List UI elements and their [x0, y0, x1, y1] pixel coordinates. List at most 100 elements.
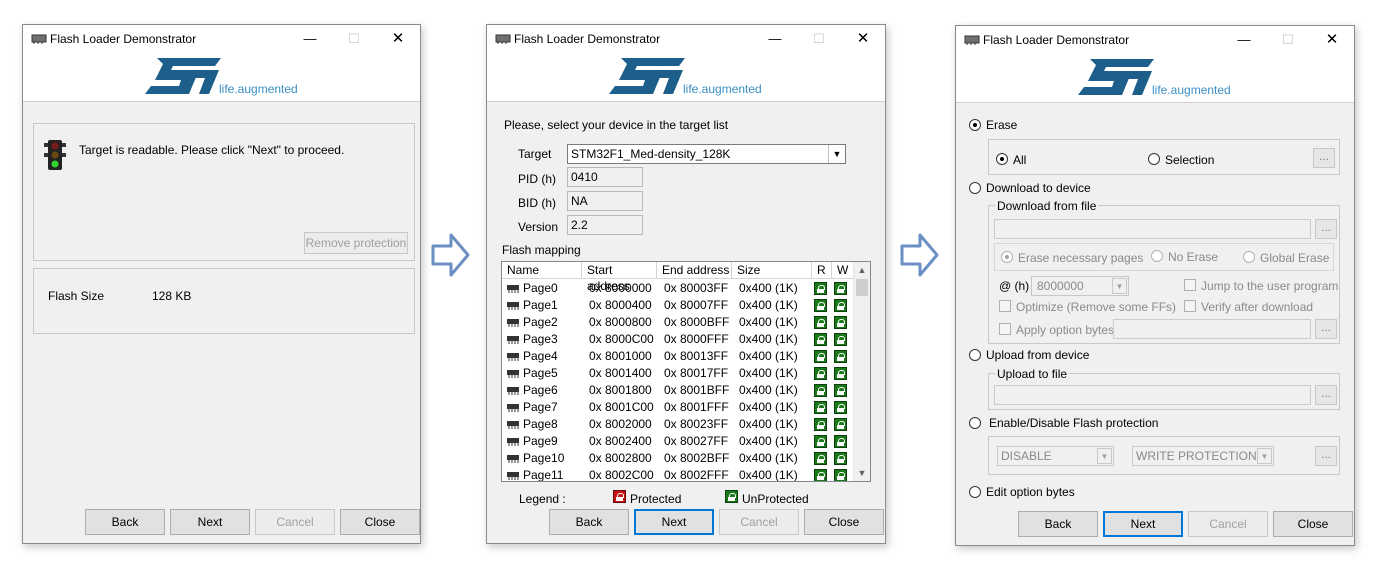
chevron-down-icon[interactable]: ▼: [828, 145, 845, 163]
address-label: @ (h): [999, 279, 1030, 293]
chevron-down-icon[interactable]: ▼: [1097, 448, 1112, 464]
page-size: 0x400 (1K): [739, 281, 798, 295]
upload-file-input[interactable]: [994, 385, 1311, 405]
table-row[interactable]: Page11 0x 8002C00 0x 8002FFF 0x400 (1K): [502, 467, 854, 482]
read-unprotected-lock-icon: [814, 350, 827, 363]
legend-unprotected: UnProtected: [742, 492, 809, 506]
table-row[interactable]: Page8 0x 8002000 0x 80023FF 0x400 (1K): [502, 416, 854, 433]
protection-mode-select[interactable]: DISABLE ▼: [997, 446, 1114, 466]
download-radio[interactable]: [969, 182, 981, 194]
address-select[interactable]: 8000000 ▼: [1031, 276, 1129, 296]
maximize-icon[interactable]: ☐: [797, 25, 841, 53]
download-browse-button[interactable]: ...: [1315, 219, 1337, 239]
erase-selection-label: Selection: [1165, 153, 1215, 167]
flash-size-value: 128 KB: [152, 289, 192, 303]
protection-type-select[interactable]: WRITE PROTECTION ▼: [1132, 446, 1274, 466]
close-icon[interactable]: ✕: [841, 25, 885, 53]
page-name: Page4: [523, 349, 558, 363]
close-button[interactable]: Close: [340, 509, 420, 535]
erase-necessary-radio[interactable]: [1001, 251, 1013, 263]
erase-all-radio[interactable]: [996, 153, 1008, 165]
maximize-icon[interactable]: ☐: [1266, 26, 1310, 54]
write-unprotected-lock-icon: [834, 333, 847, 346]
chip-icon: [507, 404, 519, 412]
scroll-down-icon[interactable]: ▼: [854, 465, 870, 481]
chevron-down-icon[interactable]: ▼: [1112, 278, 1127, 294]
st-logo: life.augmented: [1076, 57, 1236, 99]
table-scrollbar[interactable]: ▲ ▼: [853, 262, 870, 481]
table-row[interactable]: Page1 0x 8000400 0x 80007FF 0x400 (1K): [502, 297, 854, 314]
upload-browse-button[interactable]: ...: [1315, 385, 1337, 405]
table-row[interactable]: Page5 0x 8001400 0x 80017FF 0x400 (1K): [502, 365, 854, 382]
page-size: 0x400 (1K): [739, 383, 798, 397]
page-size: 0x400 (1K): [739, 315, 798, 329]
verify-checkbox[interactable]: [1184, 300, 1196, 312]
table-row[interactable]: Page2 0x 8000800 0x 8000BFF 0x400 (1K): [502, 314, 854, 331]
page-size: 0x400 (1K): [739, 332, 798, 346]
close-button[interactable]: Close: [1273, 511, 1353, 537]
pid-label: PID (h): [518, 172, 557, 186]
scroll-up-icon[interactable]: ▲: [854, 262, 870, 278]
optimize-checkbox[interactable]: [999, 300, 1011, 312]
page-size: 0x400 (1K): [739, 434, 798, 448]
bid-label: BID (h): [518, 196, 557, 210]
back-button[interactable]: Back: [549, 509, 629, 535]
upload-radio[interactable]: [969, 349, 981, 361]
table-row[interactable]: Page6 0x 8001800 0x 8001BFF 0x400 (1K): [502, 382, 854, 399]
protection-browse-button[interactable]: ...: [1315, 446, 1337, 466]
option-bytes-browse-button[interactable]: ...: [1315, 319, 1337, 339]
cancel-button[interactable]: Cancel: [1188, 511, 1268, 537]
chip-icon: [507, 421, 519, 429]
back-button[interactable]: Back: [85, 509, 165, 535]
next-button[interactable]: Next: [634, 509, 714, 535]
close-icon[interactable]: ✕: [376, 25, 420, 53]
chevron-down-icon[interactable]: ▼: [1257, 448, 1272, 464]
page-size: 0x400 (1K): [739, 468, 798, 482]
column-header-name[interactable]: Name: [502, 262, 582, 279]
close-button[interactable]: Close: [804, 509, 884, 535]
minimize-icon[interactable]: —: [288, 25, 332, 53]
close-icon[interactable]: ✕: [1310, 26, 1354, 54]
column-header-read[interactable]: R: [812, 262, 832, 279]
erase-radio[interactable]: [969, 119, 981, 131]
remove-protection-button[interactable]: Remove protection: [304, 232, 408, 254]
maximize-icon[interactable]: ☐: [332, 25, 376, 53]
table-row[interactable]: Page9 0x 8002400 0x 80027FF 0x400 (1K): [502, 433, 854, 450]
edit-option-bytes-label: Edit option bytes: [986, 485, 1075, 499]
erase-selection-radio[interactable]: [1148, 153, 1160, 165]
target-select[interactable]: STM32F1_Med-density_128K ▼: [567, 144, 846, 164]
no-erase-radio[interactable]: [1151, 250, 1163, 262]
table-row[interactable]: Page3 0x 8000C00 0x 8000FFF 0x400 (1K): [502, 331, 854, 348]
next-button[interactable]: Next: [1103, 511, 1183, 537]
column-header-size[interactable]: Size: [732, 262, 812, 279]
column-header-end[interactable]: End address: [657, 262, 732, 279]
chip-icon: [507, 285, 519, 293]
write-unprotected-lock-icon: [834, 452, 847, 465]
upload-label: Upload from device: [986, 348, 1090, 362]
cancel-button[interactable]: Cancel: [719, 509, 799, 535]
cancel-button[interactable]: Cancel: [255, 509, 335, 535]
flash-mapping-table[interactable]: Name Start address End address Size R W …: [501, 261, 871, 482]
option-bytes-input[interactable]: [1113, 319, 1311, 339]
column-header-write[interactable]: W: [832, 262, 854, 279]
minimize-icon[interactable]: —: [753, 25, 797, 53]
download-file-input[interactable]: [994, 219, 1311, 239]
column-header-start[interactable]: Start address: [582, 262, 657, 293]
scroll-thumb[interactable]: [856, 279, 868, 296]
table-row[interactable]: Page7 0x 8001C00 0x 8001FFF 0x400 (1K): [502, 399, 854, 416]
jump-user-checkbox[interactable]: [1184, 279, 1196, 291]
chip-icon: [507, 353, 519, 361]
edit-option-bytes-radio[interactable]: [969, 486, 981, 498]
apply-option-bytes-checkbox[interactable]: [999, 323, 1011, 335]
global-erase-radio[interactable]: [1243, 251, 1255, 263]
erase-necessary-label: Erase necessary pages: [1018, 251, 1144, 265]
back-button[interactable]: Back: [1018, 511, 1098, 537]
chip-icon: [507, 438, 519, 446]
next-button[interactable]: Next: [170, 509, 250, 535]
table-row[interactable]: Page4 0x 8001000 0x 80013FF 0x400 (1K): [502, 348, 854, 365]
protection-radio[interactable]: [969, 417, 981, 429]
minimize-icon[interactable]: —: [1222, 26, 1266, 54]
table-row[interactable]: Page10 0x 8002800 0x 8002BFF 0x400 (1K): [502, 450, 854, 467]
erase-selection-browse-button[interactable]: ...: [1313, 148, 1335, 168]
table-row[interactable]: Page0 0x 8000000 0x 80003FF 0x400 (1K): [502, 280, 854, 297]
